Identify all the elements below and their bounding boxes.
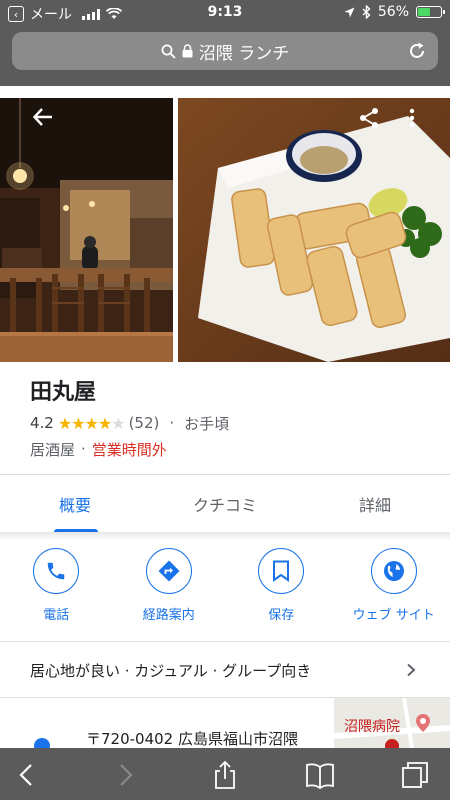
arrow-back-icon	[32, 108, 52, 126]
reload-icon[interactable]	[406, 40, 428, 62]
separator-dot: ·	[81, 440, 86, 458]
bookmark-icon	[273, 560, 290, 582]
star-icon: ★	[97, 413, 112, 433]
globe-icon	[383, 561, 404, 581]
browser-bottom-toolbar	[0, 748, 450, 800]
more-options-button[interactable]	[397, 103, 427, 133]
tab-overview[interactable]: 概要	[0, 476, 150, 532]
map-thumbnail[interactable]: 沼隈病院	[333, 698, 450, 748]
hours-status[interactable]: 営業時間外	[92, 439, 167, 460]
url-query[interactable]: 沼隈 ランチ	[199, 39, 289, 64]
battery-percent: 56%	[377, 4, 409, 20]
star-icon: ★	[57, 413, 72, 433]
browser-top-bar: ‹ メール 9:13 56% 沼隈 ランチ	[0, 0, 450, 86]
interior-photo[interactable]	[0, 98, 173, 362]
attributes-text: 居心地が良い · カジュアル · グループ向き	[30, 661, 312, 680]
category-row: 居酒屋 · 営業時間外	[30, 438, 430, 460]
food-photo[interactable]	[178, 98, 450, 362]
back-button[interactable]	[28, 102, 58, 132]
save-button-circle[interactable]	[258, 548, 305, 594]
directions-button-circle[interactable]	[145, 548, 192, 594]
call-button[interactable]: 電話	[0, 548, 113, 638]
rating-row[interactable]: 4.2 ★ ★ ★ ★ ★ (52) · お手頃	[30, 412, 430, 434]
interior-photo-image	[0, 98, 173, 362]
price-level: お手頃	[184, 414, 230, 433]
action-label: ウェブ サイト	[352, 608, 435, 623]
action-label: 電話	[43, 608, 70, 623]
place-pin-icon	[34, 738, 50, 748]
star-icon: ★	[84, 413, 99, 433]
rating-score: 4.2	[30, 414, 54, 432]
action-label: 経路案内	[142, 608, 195, 623]
battery-icon	[416, 6, 445, 18]
place-name: 田丸屋	[30, 380, 97, 405]
star-icon: ★	[71, 413, 85, 433]
share-sheet-icon[interactable]	[210, 760, 240, 790]
bluetooth-icon	[362, 5, 371, 19]
action-buttons: 電話 経路案内 保存 ウェブ サイト	[0, 548, 450, 638]
tabs-icon[interactable]	[400, 760, 430, 790]
hospital-pin-icon	[416, 714, 430, 732]
review-count[interactable]: (52)	[129, 414, 160, 432]
tab-bar-shadow	[0, 532, 450, 540]
rating-stars: ★ ★ ★ ★ ★	[57, 413, 126, 433]
action-label: 保存	[268, 608, 295, 623]
location-arrow-icon	[344, 7, 355, 17]
website-button[interactable]: ウェブ サイト	[338, 548, 450, 638]
directions-icon	[158, 560, 180, 582]
tab-label: 詳細	[358, 496, 391, 515]
battery-fill	[418, 8, 431, 16]
share-icon	[360, 108, 378, 128]
url-bar-content[interactable]: 沼隈 ランチ	[12, 32, 438, 70]
share-button[interactable]	[354, 103, 384, 133]
url-bar[interactable]: 沼隈 ランチ	[12, 32, 438, 70]
place-category: 居酒屋	[30, 440, 76, 459]
attributes-row[interactable]: 居心地が良い · カジュアル · グループ向き	[0, 644, 450, 696]
photo-strip[interactable]	[0, 98, 450, 362]
lock-icon	[182, 44, 193, 58]
browser-forward-icon[interactable]	[110, 760, 140, 790]
place-info: 田丸屋 4.2 ★ ★ ★ ★ ★ (52) · お手頃 居酒屋 · 営業時間外	[30, 378, 430, 460]
tab-bar: 概要 クチコミ 詳細	[0, 476, 450, 532]
phone-icon	[48, 562, 65, 580]
call-button-circle[interactable]	[33, 548, 80, 594]
tab-label: 概要	[58, 496, 91, 515]
status-right: 56%	[344, 4, 445, 20]
bookmarks-icon[interactable]	[305, 760, 335, 790]
website-button-circle[interactable]	[370, 548, 417, 594]
search-icon	[161, 44, 176, 59]
tab-details[interactable]: 詳細	[300, 476, 450, 532]
map-poi-label: 沼隈病院	[344, 719, 400, 735]
star-icon: ★	[111, 413, 125, 433]
status-bar: ‹ メール 9:13 56%	[0, 0, 450, 26]
separator-dot: ·	[169, 414, 175, 432]
divider	[0, 641, 450, 642]
browser-back-icon[interactable]	[12, 760, 42, 790]
divider	[0, 474, 450, 475]
save-button[interactable]: 保存	[225, 548, 338, 638]
address-text: 〒720-0402 広島県福山市沼隈	[86, 730, 298, 748]
address-row[interactable]: 〒720-0402 広島県福山市沼隈 沼隈病院	[0, 698, 450, 748]
chevron-right-icon	[407, 663, 416, 677]
tab-label: クチコミ	[192, 496, 257, 515]
more-vert-icon	[409, 108, 415, 128]
tab-reviews[interactable]: クチコミ	[150, 476, 300, 532]
food-photo-image	[178, 98, 450, 362]
directions-button[interactable]: 経路案内	[113, 548, 226, 638]
